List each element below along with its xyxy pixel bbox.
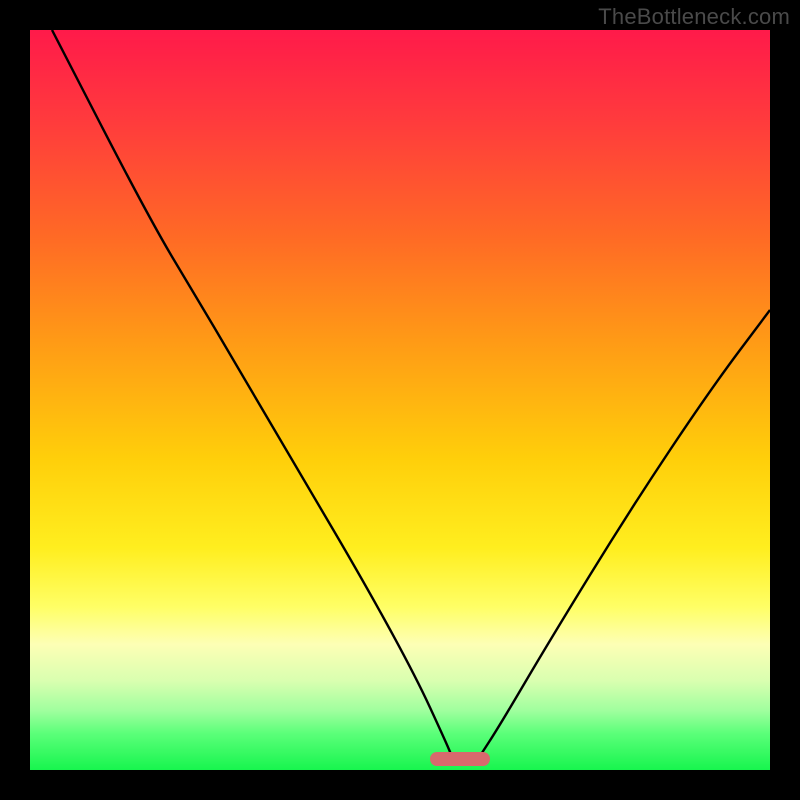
bottleneck-curve (30, 30, 770, 770)
curve-right-branch (478, 310, 770, 759)
curve-left-branch (52, 30, 453, 759)
watermark-label: TheBottleneck.com (598, 4, 790, 30)
chart-frame: TheBottleneck.com (0, 0, 800, 800)
plot-area (30, 30, 770, 770)
optimal-range-marker (430, 752, 490, 766)
